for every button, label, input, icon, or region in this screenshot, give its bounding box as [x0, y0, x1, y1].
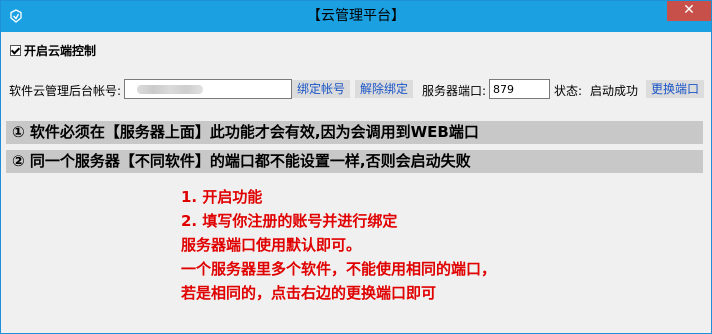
redacted-account-text [137, 85, 203, 94]
instruction-notes: 1. 开启功能 2. 填写你注册的账号并进行绑定 服务器端口使用默认即可。 一个… [181, 185, 496, 305]
enable-cloud-control-checkbox[interactable] [10, 44, 21, 56]
instruction-line: 一个服务器里多个软件，不能使用相同的端口， [181, 260, 497, 278]
change-port-button[interactable]: 更换端口 [646, 80, 704, 98]
server-port-label: 服务器端口: [422, 84, 487, 98]
account-input[interactable] [124, 79, 292, 99]
enable-cloud-control-label[interactable]: 开启云端控制 [24, 42, 96, 59]
cloud-management-window: 【云管理平台】 ✕ 开启云端控制 软件云管理后台帐号: 绑定帐号 解除绑定 服务… [0, 0, 712, 334]
status-value: 启动成功 [590, 84, 639, 98]
main-panel: 开启云端控制 软件云管理后台帐号: 绑定帐号 解除绑定 服务器端口: 状态: 启… [1, 32, 711, 333]
instruction-line: 1. 开启功能 [181, 188, 263, 206]
notice-server-requirement: ① 软件必须在【服务器上面】此功能才会有效,因为会调用到WEB端口 [6, 121, 703, 144]
window-title: 【云管理平台】 [307, 8, 405, 24]
instruction-line: 2. 填写你注册的账号并进行绑定 [181, 212, 398, 230]
unbind-button[interactable]: 解除绑定 [355, 80, 413, 98]
close-button[interactable]: ✕ [667, 1, 711, 21]
instruction-line: 若是相同的，点击右边的更换端口即可 [181, 284, 437, 302]
status-label: 状态: [554, 84, 583, 98]
server-port-input[interactable] [489, 79, 550, 99]
bind-account-button[interactable]: 绑定帐号 [292, 80, 350, 98]
account-label: 软件云管理后台帐号: [9, 84, 122, 98]
notice-port-conflict: ② 同一个服务器【不同软件】的端口都不能设置一样,否则会启动失败 [6, 150, 703, 173]
instruction-line: 服务器端口使用默认即可。 [181, 236, 362, 254]
title-bar[interactable]: 【云管理平台】 ✕ [1, 1, 711, 32]
enable-cloud-control-option[interactable]: 开启云端控制 [10, 42, 96, 58]
account-config-row: 软件云管理后台帐号: 绑定帐号 解除绑定 服务器端口: 状态: 启动成功 更换端… [9, 79, 709, 101]
